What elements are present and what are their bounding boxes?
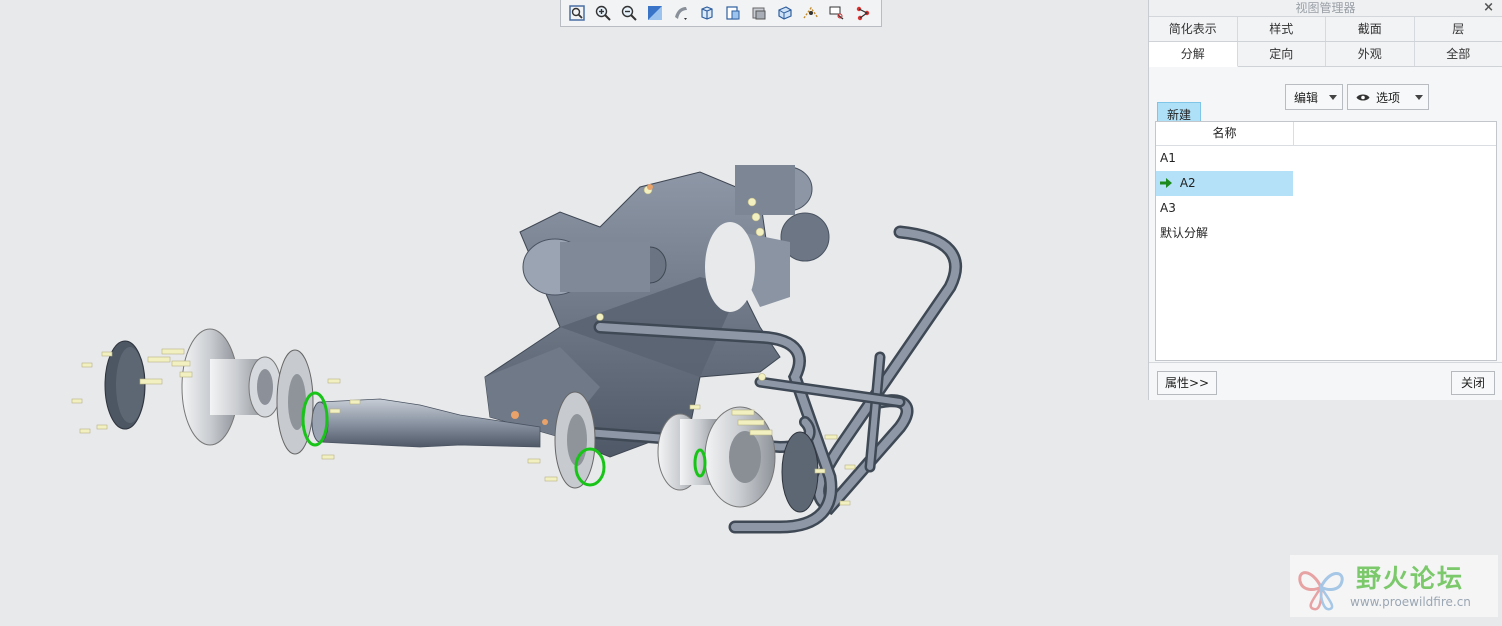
layer-icon[interactable]: [747, 2, 771, 24]
edit-label: 编辑: [1294, 89, 1318, 106]
close-icon[interactable]: ×: [1483, 0, 1494, 16]
list-item-label: A3: [1160, 201, 1176, 215]
tab-explode[interactable]: 分解: [1149, 42, 1238, 67]
view-manager-panel: 视图管理器 × 简化表示 样式 截面 层 分解 定向 外观 全部 新建 编辑 选…: [1148, 0, 1502, 400]
panel-title: 视图管理器 ×: [1149, 0, 1502, 17]
list-item[interactable]: A1: [1156, 146, 1293, 171]
watermark-url: www.proewildfire.cn: [1350, 595, 1471, 609]
options-dropdown[interactable]: 选项: [1347, 84, 1429, 110]
annotation-icon[interactable]: [825, 2, 849, 24]
tab-style[interactable]: 样式: [1238, 17, 1327, 41]
bearing-housing: [182, 329, 281, 445]
housing-part: [485, 165, 829, 457]
tab-appearance[interactable]: 外观: [1326, 42, 1415, 66]
tab-row-2: 分解 定向 外观 全部: [1149, 42, 1502, 67]
edit-dropdown[interactable]: 编辑: [1285, 84, 1343, 110]
exploded-assembly-model: [0, 27, 1148, 623]
list-item[interactable]: A3: [1156, 196, 1293, 221]
zoom-out-icon[interactable]: [617, 2, 641, 24]
repaint-icon[interactable]: [643, 2, 667, 24]
forum-watermark: 野火论坛 www.proewildfire.cn: [1290, 555, 1498, 617]
datum-display-icon[interactable]: [799, 2, 823, 24]
list-item-label: A2: [1180, 176, 1196, 190]
tab-simplified-rep[interactable]: 简化表示: [1149, 17, 1238, 41]
view-manager-icon[interactable]: [721, 2, 745, 24]
watermark-title: 野火论坛: [1356, 559, 1464, 595]
list-item-active[interactable]: A2: [1156, 171, 1293, 196]
list-item-label: 默认分解: [1160, 226, 1208, 240]
saved-orientation-icon[interactable]: [695, 2, 719, 24]
explode-state-list: 名称 A1 A2 A3 默认分解: [1155, 121, 1497, 361]
eye-icon: [1356, 93, 1370, 102]
flange-plate-right: [555, 392, 595, 488]
chevron-down-icon: [1415, 95, 1423, 100]
spin-center-icon[interactable]: [851, 2, 875, 24]
list-item[interactable]: 默认分解: [1156, 221, 1293, 246]
zoom-fit-icon[interactable]: [565, 2, 589, 24]
chevron-down-icon: [1329, 95, 1337, 100]
tab-row-1: 简化表示 样式 截面 层: [1149, 17, 1502, 42]
close-button[interactable]: 关闭: [1451, 371, 1495, 395]
model-viewport[interactable]: [0, 27, 1148, 623]
butterfly-logo-icon: [1294, 559, 1348, 613]
tab-layer[interactable]: 层: [1415, 17, 1502, 41]
tab-orient[interactable]: 定向: [1238, 42, 1327, 66]
tab-section[interactable]: 截面: [1326, 17, 1415, 41]
list-header: 名称: [1156, 122, 1496, 146]
zoom-in-icon[interactable]: [591, 2, 615, 24]
display-style-icon[interactable]: [669, 2, 693, 24]
perspective-icon[interactable]: [773, 2, 797, 24]
panel-title-text: 视图管理器: [1295, 1, 1355, 15]
column-header-name[interactable]: 名称: [1156, 122, 1294, 145]
active-arrow-icon: [1160, 178, 1172, 188]
options-label: 选项: [1376, 89, 1400, 106]
tab-all[interactable]: 全部: [1415, 42, 1502, 66]
list-item-label: A1: [1160, 151, 1176, 165]
view-toolbar: [560, 0, 882, 27]
panel-footer: 属性>> 关闭: [1149, 362, 1502, 401]
properties-button[interactable]: 属性>>: [1157, 371, 1217, 395]
